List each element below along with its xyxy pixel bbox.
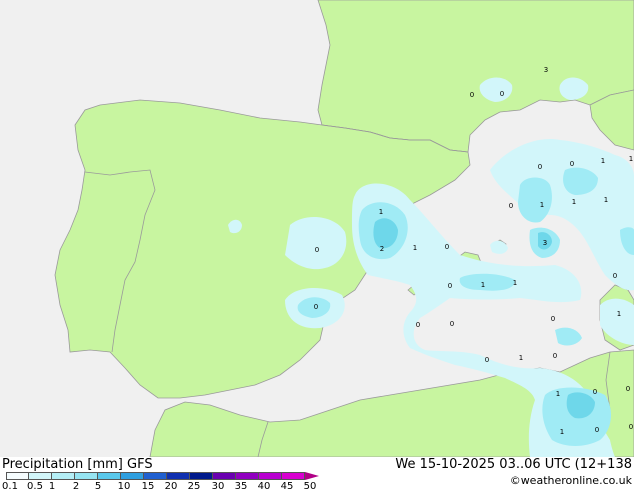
legend-swatch [281, 472, 305, 480]
map-value-label: 0 [595, 426, 599, 434]
legend-label: 35 [234, 481, 248, 492]
legend-label: 50 [303, 481, 317, 492]
legend-swatch [6, 472, 29, 480]
legend-swatch [235, 472, 259, 480]
map-value-label: 0 [629, 423, 633, 431]
map-footer: Precipitation [mm] GFS We 15-10-2025 03.… [0, 457, 634, 492]
map-value-label: 0 [485, 356, 489, 364]
map-value-label: 1 [481, 281, 485, 289]
map-title: Precipitation [mm] GFS [2, 457, 153, 472]
map-value-label: 2 [380, 245, 384, 253]
map-value-label: 1 [556, 390, 560, 398]
map-value-label: 0 [500, 90, 504, 98]
map-value-label: 0 [450, 320, 454, 328]
map-value-label: 0 [470, 91, 474, 99]
legend-label: 0.5 [27, 481, 43, 492]
legend-label: 40 [257, 481, 271, 492]
map-value-label: 0 [551, 315, 555, 323]
map-value-label: 0 [509, 202, 513, 210]
map-value-label: 1 [604, 196, 608, 204]
legend-swatch [97, 472, 121, 480]
map-value-label: 1 [617, 310, 621, 318]
map-value-label: 0 [593, 388, 597, 396]
map-value-label: 0 [626, 385, 630, 393]
legend-swatch [51, 472, 75, 480]
site-credit[interactable]: ©weatheronline.co.uk [510, 474, 632, 487]
map-value-label: 3 [543, 239, 547, 247]
map-value-label: 1 [629, 155, 633, 163]
map-value-label: 3 [544, 66, 548, 74]
map-value-label: 0 [445, 243, 449, 251]
legend-swatch [74, 472, 98, 480]
map-value-label: 0 [448, 282, 452, 290]
map-value-label: 0 [570, 160, 574, 168]
legend-label: 25 [187, 481, 201, 492]
legend-swatch [143, 472, 167, 480]
legend-swatch [120, 472, 144, 480]
map-value-label: 0 [416, 321, 420, 329]
map-value-label: 0 [538, 163, 542, 171]
legend-label: 15 [141, 481, 155, 492]
legend-label: 20 [164, 481, 178, 492]
map-svg: 0 0 3 0 0 1 1 0 1 1 1 1 2 1 0 3 0 0 0 1 … [0, 0, 634, 457]
legend-label: 30 [211, 481, 225, 492]
map-value-label: 1 [513, 279, 517, 287]
map-value-label: 1 [601, 157, 605, 165]
legend-swatch [189, 472, 213, 480]
forecast-datetime: We 15-10-2025 03..06 UTC (12+138 [395, 457, 632, 472]
legend-arrow-icon [305, 472, 319, 480]
legend-swatch [212, 472, 236, 480]
map-value-label: 0 [553, 352, 557, 360]
legend-label: 2 [72, 481, 80, 492]
map-value-label: 0 [613, 272, 617, 280]
map-value-label: 1 [413, 244, 417, 252]
legend-label: 45 [280, 481, 294, 492]
map-value-label: 0 [315, 246, 319, 254]
legend-swatch [166, 472, 190, 480]
legend-color-scale [6, 472, 319, 480]
legend-label: 0.1 [2, 481, 18, 492]
map-value-label: 1 [560, 428, 564, 436]
map-value-label: 1 [379, 208, 383, 216]
map-value-label: 1 [572, 198, 576, 206]
precipitation-map[interactable]: 0 0 3 0 0 1 1 0 1 1 1 1 2 1 0 3 0 0 0 1 … [0, 0, 634, 457]
map-value-label: 1 [540, 201, 544, 209]
legend-swatch [28, 472, 52, 480]
legend-label: 5 [94, 481, 102, 492]
legend-swatch [258, 472, 282, 480]
map-value-label: 1 [519, 354, 523, 362]
map-value-label: 0 [314, 303, 318, 311]
legend-label: 10 [117, 481, 131, 492]
legend-label: 1 [48, 481, 56, 492]
